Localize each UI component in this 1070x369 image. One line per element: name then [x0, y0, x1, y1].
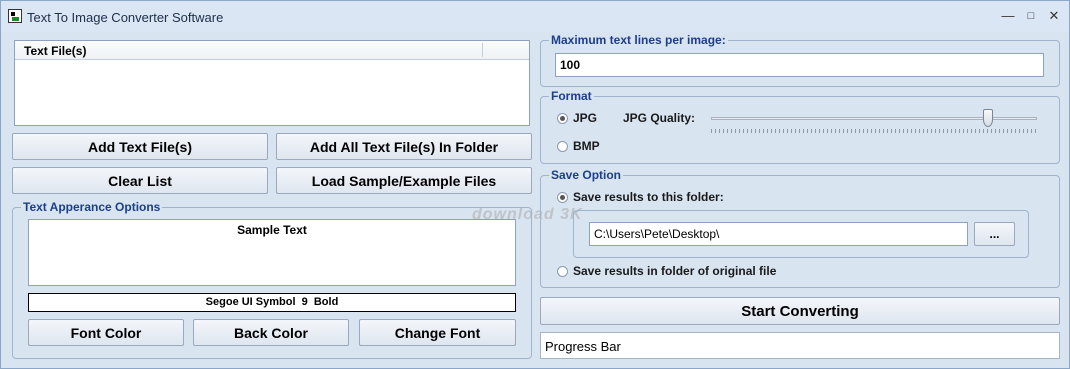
browse-folder-button[interactable]: ...: [974, 222, 1015, 246]
save-to-folder-label[interactable]: Save results to this folder:: [573, 190, 724, 204]
bmp-label[interactable]: BMP: [573, 139, 600, 153]
start-converting-button[interactable]: Start Converting: [540, 297, 1060, 325]
back-color-button[interactable]: Back Color: [193, 319, 349, 346]
slider-ticks: [711, 129, 1037, 133]
jpg-radio[interactable]: [557, 113, 568, 124]
format-legend: Format: [549, 89, 594, 103]
file-list[interactable]: Text File(s): [14, 40, 530, 126]
client-area: Text File(s) Add Text File(s) Add All Te…: [4, 32, 1066, 366]
close-button[interactable]: ✕: [1043, 7, 1065, 25]
save-option-group: Save Option Save results to this folder:…: [540, 168, 1060, 288]
folder-path-box: C:\Users\Pete\Desktop\ ...: [573, 210, 1029, 258]
appearance-legend: Text Apperance Options: [21, 200, 163, 214]
window-title: Text To Image Converter Software: [27, 10, 224, 25]
progress-bar: Progress Bar: [540, 332, 1060, 359]
minimize-button[interactable]: —: [997, 7, 1019, 25]
font-color-button[interactable]: Font Color: [28, 319, 184, 346]
file-list-header: Text File(s): [15, 41, 529, 60]
load-sample-button[interactable]: Load Sample/Example Files: [276, 167, 532, 194]
jpg-quality-label: JPG Quality:: [623, 111, 696, 125]
save-option-legend: Save Option: [549, 168, 624, 182]
folder-path-input[interactable]: C:\Users\Pete\Desktop\: [589, 222, 968, 246]
app-window: Text To Image Converter Software — □ ✕ T…: [0, 0, 1070, 369]
column-header-text-files[interactable]: Text File(s): [24, 44, 86, 58]
save-in-original-radio[interactable]: [557, 266, 568, 277]
appearance-group: Text Apperance Options Sample Text Segoe…: [12, 200, 532, 359]
jpg-quality-slider-thumb[interactable]: [983, 109, 994, 127]
clear-list-button[interactable]: Clear List: [12, 167, 268, 194]
format-group: Format JPG JPG Quality: BMP: [540, 89, 1060, 164]
sample-text-preview: Sample Text: [28, 219, 516, 286]
sample-text: Sample Text: [237, 223, 307, 237]
maximize-button[interactable]: □: [1020, 7, 1042, 25]
max-lines-group: Maximum text lines per image: 100: [540, 33, 1060, 87]
save-to-folder-radio[interactable]: [557, 192, 568, 203]
bmp-radio[interactable]: [557, 141, 568, 152]
max-lines-input[interactable]: 100: [555, 53, 1044, 77]
add-text-files-button[interactable]: Add Text File(s): [12, 133, 268, 160]
title-bar: Text To Image Converter Software — □ ✕: [1, 1, 1069, 32]
font-description: Segoe UI Symbol 9 Bold: [28, 293, 516, 312]
jpg-label[interactable]: JPG: [573, 111, 597, 125]
change-font-button[interactable]: Change Font: [359, 319, 516, 346]
save-in-original-label[interactable]: Save results in folder of original file: [573, 264, 776, 278]
add-folder-button[interactable]: Add All Text File(s) In Folder: [276, 133, 532, 160]
max-lines-legend: Maximum text lines per image:: [549, 33, 728, 47]
column-divider[interactable]: [482, 43, 483, 57]
app-icon: [8, 9, 22, 23]
